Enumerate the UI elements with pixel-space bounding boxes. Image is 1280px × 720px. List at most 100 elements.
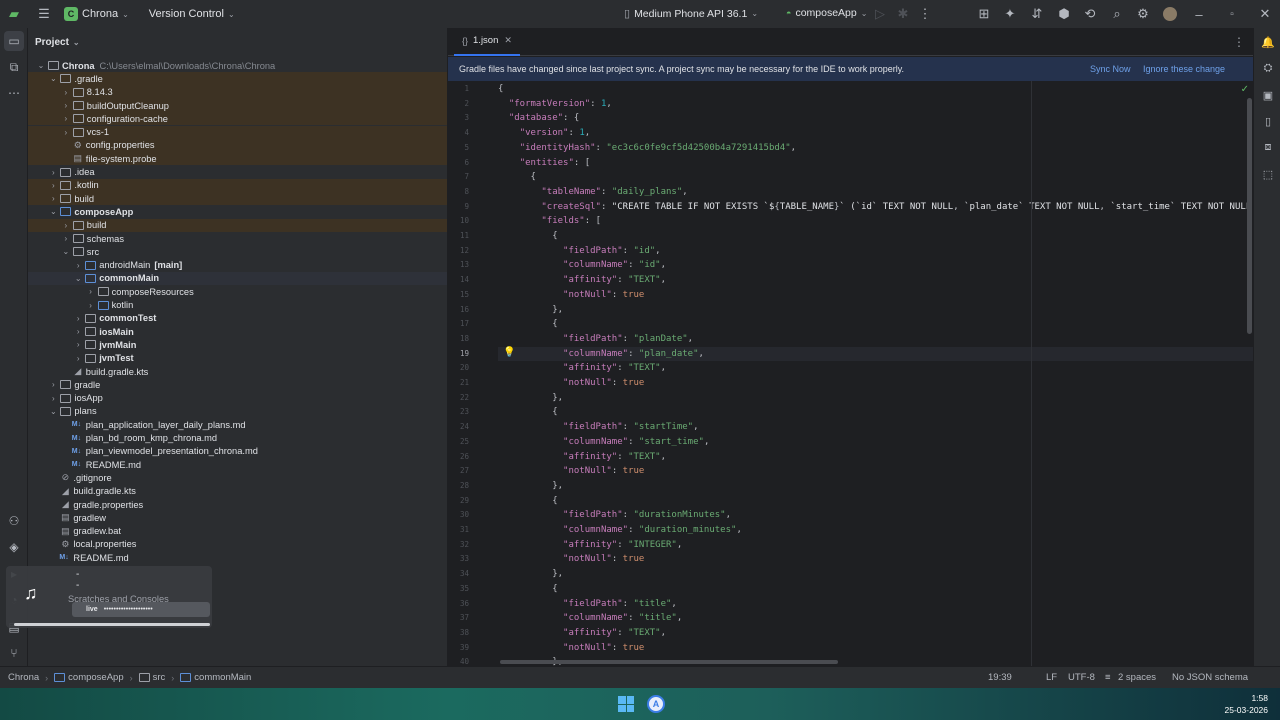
chevron-down-icon[interactable]: ⌄ (48, 407, 58, 416)
code-line[interactable]: "fieldPath": "id", (498, 244, 1253, 259)
ignore-changes-link[interactable]: Ignore these change (1143, 64, 1225, 74)
code-with-me-icon[interactable]: ⟲ (1076, 0, 1104, 28)
vcs-menu[interactable]: Version Control ⌄ (149, 8, 235, 20)
code-line[interactable]: { (498, 82, 1253, 97)
maximize-icon[interactable]: ▫ (1218, 0, 1246, 28)
sdk-manager-icon[interactable]: ⬢ (1050, 0, 1078, 28)
lightbulb-icon[interactable]: 💡 (503, 347, 515, 358)
chevron-right-icon[interactable]: › (73, 314, 83, 323)
tab-menu-icon[interactable]: ⋮ (1233, 35, 1245, 49)
tree-item[interactable]: › commonTest (28, 312, 447, 325)
tree-item[interactable]: › androidMain [main] (28, 259, 447, 272)
code-line[interactable]: { (498, 494, 1253, 509)
chevron-right-icon[interactable]: › (73, 354, 83, 363)
tree-item[interactable]: ⌄ plans (28, 405, 447, 418)
tree-item[interactable]: M↓ plan_bd_room_kmp_chrona.md (28, 431, 447, 444)
tree-item[interactable]: › build (28, 218, 447, 232)
code-line[interactable]: "notNull": true (498, 464, 1253, 479)
code-line[interactable]: { (498, 317, 1253, 332)
chevron-right-icon[interactable]: › (61, 234, 71, 243)
line-separator[interactable]: LF (1046, 672, 1057, 683)
breadcrumb-item[interactable]: src (153, 672, 166, 683)
code-line[interactable]: "notNull": true (498, 641, 1253, 656)
gradle-sync-icon[interactable]: ⇵ (1023, 0, 1051, 28)
code-line[interactable]: "entities": [ (498, 156, 1253, 171)
code-line[interactable]: "notNull": true (498, 376, 1253, 391)
android-studio-taskbar-icon[interactable]: A (647, 695, 665, 713)
code-line[interactable]: "notNull": true (498, 552, 1253, 567)
sync-now-link[interactable]: Sync Now (1090, 64, 1131, 74)
chevron-right-icon[interactable]: › (61, 128, 71, 137)
tree-item[interactable]: › configuration-cache (28, 112, 447, 126)
code-line[interactable]: }, (498, 303, 1253, 318)
chevron-down-icon[interactable]: ⌄ (48, 74, 58, 83)
tree-item[interactable]: ⊘ .gitignore (28, 471, 447, 484)
chevron-right-icon[interactable]: › (73, 340, 83, 349)
chevron-right-icon[interactable]: › (86, 301, 96, 310)
tree-item[interactable]: › .kotlin (28, 178, 447, 192)
tree-item[interactable]: › jvmTest (28, 352, 447, 365)
tree-item[interactable]: ⚙ config.properties (28, 138, 447, 153)
code-line[interactable]: "version": 1, (498, 126, 1253, 141)
chevron-right-icon[interactable]: › (48, 394, 58, 403)
code-line[interactable]: }, (498, 479, 1253, 494)
running-devices-icon[interactable]: ▯ (1258, 111, 1278, 131)
json-schema[interactable]: No JSON schema (1172, 672, 1248, 683)
build-variants-icon[interactable]: ⚇ (4, 511, 24, 531)
code-line[interactable]: "fields": [ (498, 214, 1253, 229)
code-line[interactable]: { (498, 229, 1253, 244)
chevron-right-icon[interactable]: › (86, 287, 96, 296)
code-line[interactable]: "columnName": "duration_minutes", (498, 523, 1253, 538)
code-line[interactable]: "affinity": "INTEGER", (498, 538, 1253, 553)
tree-item[interactable]: ⌄ commonMain (28, 271, 447, 286)
tree-item[interactable]: ▤ gradlew.bat (28, 525, 447, 538)
chevron-right-icon[interactable]: › (73, 261, 83, 270)
search-icon[interactable]: ⌕ (1103, 0, 1131, 28)
gemini-icon[interactable]: ✦ (996, 0, 1024, 28)
chevron-right-icon[interactable]: › (61, 221, 71, 230)
tree-item[interactable]: › .idea (28, 165, 447, 178)
indent-setting[interactable]: 2 spaces (1118, 672, 1156, 683)
gradle-tool-icon[interactable]: ⛭ (1258, 58, 1278, 78)
gemini-tool-icon[interactable]: ⬚ (1258, 164, 1278, 184)
file-encoding[interactable]: UTF-8 (1068, 672, 1095, 683)
device-explorer-icon[interactable]: ▣ (1258, 85, 1278, 105)
code-line[interactable]: "notNull": true (498, 288, 1253, 303)
code-line[interactable]: "createSql": "CREATE TABLE IF NOT EXISTS… (498, 200, 1253, 215)
tree-item[interactable]: M↓ plan_application_layer_daily_plans.md (28, 418, 447, 431)
device-manager-icon[interactable]: ⊞ (970, 0, 998, 28)
breadcrumb-item[interactable]: commonMain (194, 672, 251, 683)
tree-item[interactable]: ⌄ Chrona C:\Users\elmal\Downloads\Chrona\C… (28, 59, 447, 72)
code-line[interactable]: "columnName": "plan_date", (498, 346, 1253, 362)
chevron-down-icon[interactable]: ⌄ (48, 207, 58, 216)
chevron-right-icon[interactable]: › (61, 88, 71, 97)
resource-manager-icon[interactable]: ⧉ (4, 57, 24, 77)
tree-item[interactable]: ◢ build.gradle.kts (28, 365, 447, 378)
code-line[interactable]: { (498, 405, 1253, 420)
tree-item[interactable]: › 8.14.3 (28, 85, 447, 99)
project-panel-header[interactable]: Project ⌄ (28, 28, 447, 56)
gem-icon[interactable]: ◈ (4, 537, 24, 557)
more-tools-icon[interactable]: ⋯ (4, 83, 24, 103)
media-live-pill[interactable]: live •••••••••••••••••••• (72, 602, 210, 617)
code-line[interactable]: "columnName": "id", (498, 258, 1253, 273)
project-tool-icon[interactable]: ▭ (4, 31, 24, 51)
chevron-right-icon[interactable]: › (48, 380, 58, 389)
code-line[interactable]: "fieldPath": "planDate", (498, 332, 1253, 347)
code-line[interactable]: "identityHash": "ec3c6c0fe9cf5d42500b4a7… (498, 141, 1253, 156)
system-clock[interactable]: 1:58 25-03-2026 (1225, 692, 1268, 716)
code-line[interactable]: "affinity": "TEXT", (498, 361, 1253, 376)
code-line[interactable]: { (498, 170, 1253, 185)
code-line[interactable]: { (498, 582, 1253, 597)
code-line[interactable]: "affinity": "TEXT", (498, 450, 1253, 465)
tree-item[interactable]: › gradle (28, 378, 447, 391)
run-config-selector[interactable]: ◓ composeApp ⌄ (786, 7, 867, 19)
close-icon[interactable]: ✕ (504, 35, 512, 46)
code-line[interactable]: "fieldPath": "startTime", (498, 420, 1253, 435)
code-line[interactable]: "columnName": "title", (498, 611, 1253, 626)
code-line[interactable]: "fieldPath": "title", (498, 597, 1253, 612)
tree-item[interactable]: › kotlin (28, 298, 447, 311)
tree-item[interactable]: › jvmMain (28, 338, 447, 351)
vertical-scrollbar[interactable] (1247, 98, 1252, 334)
tree-item[interactable]: › iosApp (28, 392, 447, 405)
